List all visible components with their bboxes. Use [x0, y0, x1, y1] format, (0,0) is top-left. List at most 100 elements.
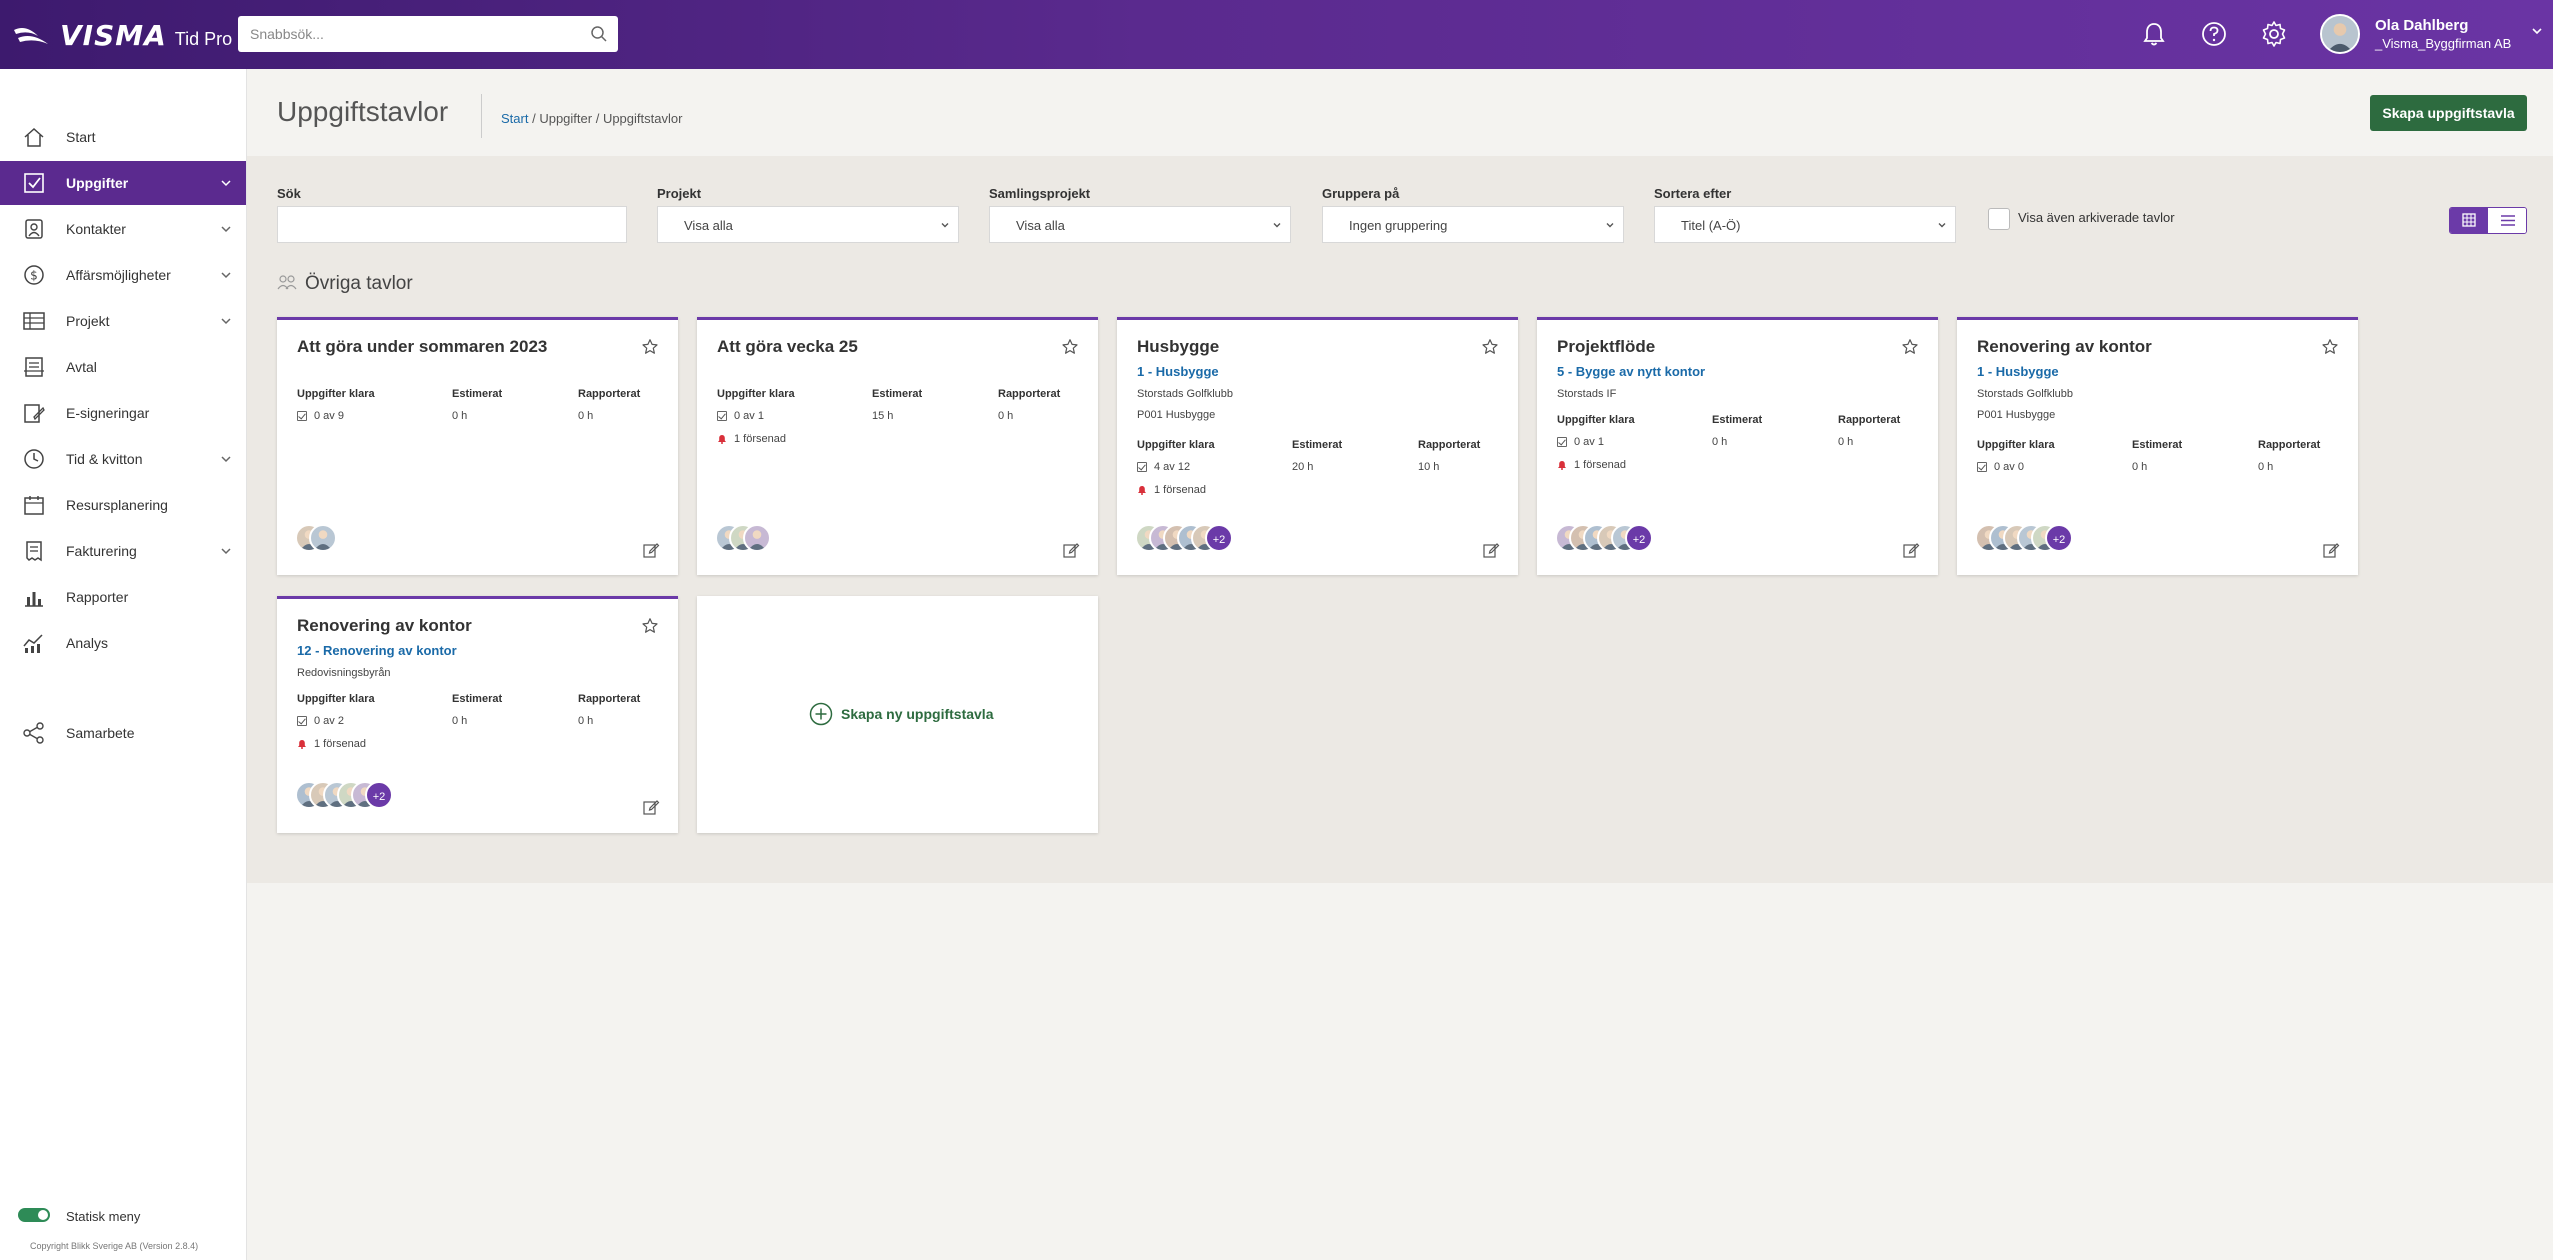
- sidebar-item-affarsmojligheter[interactable]: $ Affärsmöjligheter: [0, 253, 246, 297]
- brand-name: VISMA: [60, 18, 167, 52]
- star-icon[interactable]: [1061, 338, 1079, 356]
- star-icon[interactable]: [1901, 338, 1919, 356]
- board-title[interactable]: Att göra vecka 25: [717, 337, 858, 357]
- search-icon[interactable]: [590, 25, 608, 43]
- chevron-down-icon: [221, 318, 231, 325]
- board-card[interactable]: Att göra under sommaren 2023 Uppgifter kl…: [277, 317, 678, 575]
- board-customer: Storstads Golfklubb: [1137, 388, 1233, 400]
- check-icon: [297, 716, 307, 726]
- more-members-badge[interactable]: +2: [1625, 524, 1653, 552]
- show-archived-label[interactable]: Visa även arkiverade tavlor: [2018, 210, 2175, 225]
- search-input[interactable]: [277, 206, 627, 243]
- sidebar-item-label: Avtal: [66, 359, 97, 375]
- collection-select[interactable]: Visa alla: [989, 206, 1291, 243]
- board-card[interactable]: Renovering av kontor 12 - Renovering av k…: [277, 596, 678, 833]
- member-avatar[interactable]: [309, 524, 337, 552]
- edit-icon[interactable]: [642, 541, 660, 559]
- user-company[interactable]: _Visma_Byggfirman AB: [2375, 36, 2511, 51]
- gear-icon[interactable]: [2259, 19, 2289, 49]
- sidebar-item-resursplanering[interactable]: Resursplanering: [0, 483, 246, 527]
- visma-logo[interactable]: VISMA Tid Pro: [12, 18, 232, 52]
- list-view-button[interactable]: [2489, 208, 2526, 233]
- board-title[interactable]: Husbygge: [1137, 337, 1219, 357]
- sidebar-item-tid-kvitton[interactable]: Tid & kvitton: [0, 437, 246, 481]
- sidebar-item-label: Fakturering: [66, 543, 137, 559]
- board-project-link[interactable]: 1 - Husbygge: [1977, 364, 2059, 379]
- help-icon[interactable]: [2199, 19, 2229, 49]
- check-icon: [1557, 437, 1567, 447]
- star-icon[interactable]: [1481, 338, 1499, 356]
- chevron-down-icon[interactable]: [2530, 24, 2544, 38]
- checkbox-icon: [24, 173, 44, 193]
- create-new-board-link[interactable]: Skapa ny uppgiftstavla: [809, 702, 993, 726]
- sidebar-item-analys[interactable]: Analys: [0, 621, 246, 665]
- board-title[interactable]: Renovering av kontor: [297, 616, 472, 636]
- breadcrumb-start[interactable]: Start: [501, 111, 528, 126]
- stat-reported-value: 0 h: [578, 715, 594, 727]
- late-tasks: 1 försenad: [1154, 484, 1206, 496]
- group-select[interactable]: Ingen gruppering: [1322, 206, 1624, 243]
- board-title[interactable]: Projektflöde: [1557, 337, 1655, 357]
- sidebar-item-fakturering[interactable]: Fakturering: [0, 529, 246, 573]
- sidebar-item-e-signeringar[interactable]: E-signeringar: [0, 391, 246, 435]
- user-name[interactable]: Ola Dahlberg: [2375, 17, 2468, 34]
- sort-select-value: Titel (A-Ö): [1681, 218, 1741, 233]
- create-new-board-card[interactable]: Skapa ny uppgiftstavla: [697, 596, 1098, 833]
- create-board-button[interactable]: Skapa uppgiftstavla: [2370, 95, 2527, 131]
- sidebar-item-projekt[interactable]: Projekt: [0, 299, 246, 343]
- breadcrumb-separator: /: [595, 111, 603, 126]
- sidebar-item-label: Resursplanering: [66, 497, 168, 513]
- edit-icon[interactable]: [1062, 541, 1080, 559]
- board-project-link[interactable]: 1 - Husbygge: [1137, 364, 1219, 379]
- board-card[interactable]: Husbygge 1 - Husbygge Storstads Golfklubb P…: [1117, 317, 1518, 575]
- more-members-badge[interactable]: +2: [2045, 524, 2073, 552]
- alarm-icon: [718, 435, 726, 444]
- more-members-badge[interactable]: +2: [1205, 524, 1233, 552]
- sidebar-item-start[interactable]: Start: [0, 115, 246, 159]
- board-project-code: P001 Husbygge: [1977, 409, 2056, 421]
- user-avatar[interactable]: [2320, 14, 2360, 54]
- board-title[interactable]: Renovering av kontor: [1977, 337, 2152, 357]
- stat-done-value: 0 av 9: [314, 410, 344, 422]
- stat-estimated-label: Estimerat: [872, 388, 923, 400]
- star-icon[interactable]: [2321, 338, 2339, 356]
- sidebar-item-kontakter[interactable]: Kontakter: [0, 207, 246, 251]
- quick-search-input[interactable]: [238, 16, 568, 52]
- sidebar-item-samarbete[interactable]: Samarbete: [0, 711, 246, 755]
- show-archived-checkbox[interactable]: [1988, 208, 2010, 230]
- sidebar-item-label: Uppgifter: [66, 175, 129, 191]
- stat-estimated-value: 0 h: [452, 715, 468, 727]
- static-menu-toggle[interactable]: [18, 1208, 50, 1222]
- more-members-badge[interactable]: +2: [365, 781, 393, 809]
- board-card[interactable]: Renovering av kontor 1 - Husbygge Storstad…: [1957, 317, 2358, 575]
- chevron-down-icon: [1273, 223, 1281, 228]
- sidebar-item-rapporter[interactable]: Rapporter: [0, 575, 246, 619]
- signature-icon: [24, 404, 45, 423]
- home-icon: [24, 127, 44, 147]
- sort-select[interactable]: Titel (A-Ö): [1654, 206, 1956, 243]
- clock-icon: [24, 449, 44, 469]
- board-project-link[interactable]: 12 - Renovering av kontor: [297, 643, 457, 658]
- collection-select-value: Visa alla: [1016, 218, 1065, 233]
- star-icon[interactable]: [641, 617, 659, 635]
- static-menu-label: Statisk meny: [66, 1209, 141, 1224]
- grid-view-button[interactable]: [2450, 208, 2488, 233]
- project-select[interactable]: Visa alla: [657, 206, 959, 243]
- board-title[interactable]: Att göra under sommaren 2023: [297, 337, 547, 357]
- sidebar-item-avtal[interactable]: Avtal: [0, 345, 246, 389]
- stat-done-value: 0 av 2: [314, 715, 344, 727]
- member-avatar[interactable]: [743, 524, 771, 552]
- breadcrumb-uppgifter[interactable]: Uppgifter: [539, 111, 592, 126]
- board-card[interactable]: Att göra vecka 25 Uppgifter klara Estimera…: [697, 317, 1098, 575]
- edit-icon[interactable]: [1482, 541, 1500, 559]
- board-card[interactable]: Projektflöde 5 - Bygge av nytt kontor Stor…: [1537, 317, 1938, 575]
- edit-icon[interactable]: [642, 798, 660, 816]
- bell-icon[interactable]: [2139, 19, 2169, 49]
- edit-icon[interactable]: [2322, 541, 2340, 559]
- stat-estimated-label: Estimerat: [1712, 414, 1763, 426]
- edit-icon[interactable]: [1902, 541, 1920, 559]
- sidebar-item-uppgifter[interactable]: Uppgifter: [0, 161, 246, 205]
- share-icon: [23, 722, 44, 744]
- star-icon[interactable]: [641, 338, 659, 356]
- board-project-link[interactable]: 5 - Bygge av nytt kontor: [1557, 364, 1705, 379]
